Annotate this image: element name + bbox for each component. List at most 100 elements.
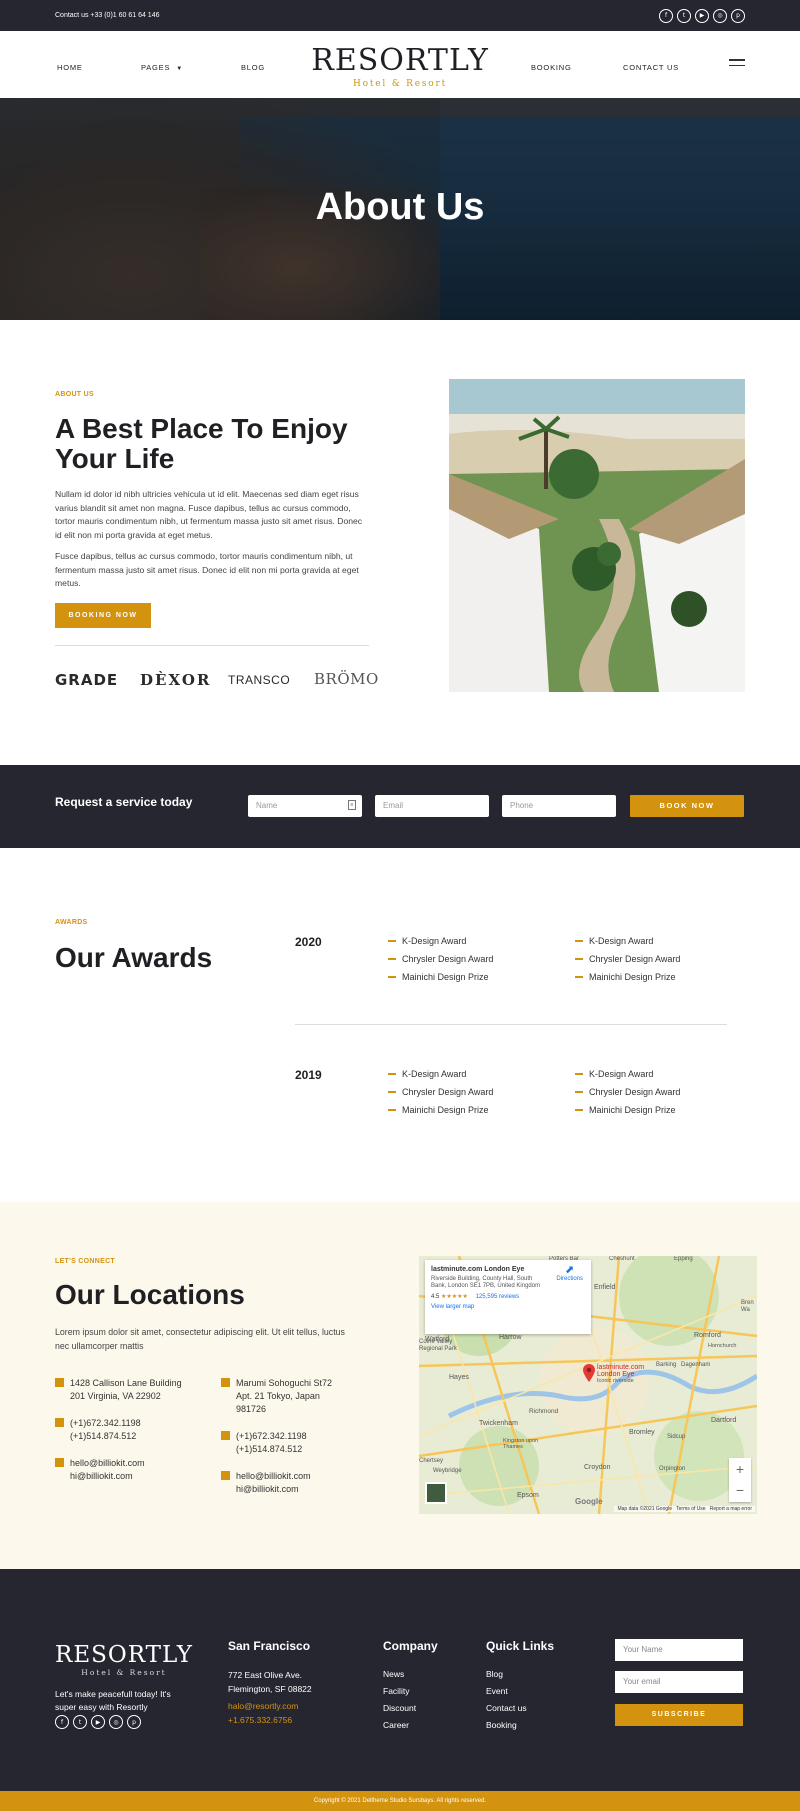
- footer-link-discount[interactable]: Discount: [383, 1700, 416, 1717]
- footer-quick-links: Blog Event Contact us Booking: [486, 1666, 527, 1734]
- footer-social-links: f t ▶ ◎ p: [55, 1715, 141, 1729]
- location-left: 1428 Callison Lane Building 201 Virginia,…: [55, 1377, 182, 1483]
- divider: [55, 645, 369, 646]
- award-item: Mainichi Design Prize: [575, 968, 680, 986]
- map-label: Richmond: [529, 1408, 559, 1415]
- footer-city-title: San Francisco: [228, 1639, 311, 1653]
- footer-link-contact[interactable]: Contact us: [486, 1700, 527, 1717]
- map-label: Colne Valley Regional Park: [419, 1339, 457, 1352]
- pinterest-icon[interactable]: p: [731, 8, 745, 23]
- award-list-2019-col1: K-Design Award Chrysler Design Award Mai…: [388, 1065, 493, 1119]
- footer-link-blog[interactable]: Blog: [486, 1666, 527, 1683]
- about-paragraph-2: Fusce dapibus, tellus ac cursus commodo,…: [55, 551, 359, 588]
- footer-email-link[interactable]: halo@resortly.com: [228, 1700, 312, 1714]
- award-item: Chrysler Design Award: [575, 1083, 680, 1101]
- instagram-icon[interactable]: ◎: [713, 8, 727, 23]
- pinterest-icon[interactable]: p: [127, 1715, 141, 1729]
- footer-link-career[interactable]: Career: [383, 1717, 416, 1734]
- map-label: Hornchurch: [708, 1343, 737, 1349]
- subscribe-button[interactable]: SUBSCRIBE: [615, 1704, 743, 1726]
- zoom-controls: + −: [729, 1458, 751, 1502]
- footer-link-booking[interactable]: Booking: [486, 1717, 527, 1734]
- award-item: Chrysler Design Award: [388, 950, 493, 968]
- map-pin-icon: [221, 1378, 230, 1387]
- map-label: Epping: [674, 1256, 693, 1262]
- footer-phone-link[interactable]: +1.675.332.6756: [228, 1714, 312, 1728]
- satellite-toggle[interactable]: [425, 1482, 447, 1504]
- mail-icon: [55, 1458, 64, 1467]
- award-year-2019: 2019: [295, 1068, 322, 1082]
- zoom-in-button[interactable]: +: [729, 1458, 751, 1480]
- contact-card-icon: ≡: [348, 800, 356, 810]
- pin-label: lastminute.com London Eye Iconic riversi…: [597, 1364, 645, 1384]
- location-phone: (+1)672.342.1198 (+1)514.874.512: [55, 1417, 182, 1443]
- newsletter-name-input[interactable]: Your Name: [615, 1639, 743, 1661]
- footer-link-event[interactable]: Event: [486, 1683, 527, 1700]
- map-pin-icon[interactable]: [583, 1364, 595, 1387]
- map-label: Chertsey: [419, 1458, 444, 1464]
- divider: [295, 1024, 727, 1025]
- partner-logo-bromo: BRÖMO: [314, 670, 379, 688]
- facebook-icon[interactable]: f: [55, 1715, 69, 1729]
- place-address: Riverside Building, County Hall, South B…: [431, 1276, 541, 1289]
- zoom-out-button[interactable]: −: [729, 1480, 751, 1502]
- phone-input[interactable]: Phone: [502, 795, 616, 817]
- map-label: Orpington: [659, 1466, 686, 1472]
- awards-eyebrow: AWARDS: [55, 919, 88, 926]
- award-item: Mainichi Design Prize: [388, 968, 493, 986]
- footer-quick-title: Quick Links: [486, 1639, 555, 1653]
- terms-link[interactable]: Terms of Use: [676, 1506, 705, 1512]
- facebook-icon[interactable]: f: [659, 8, 673, 23]
- reviews-link[interactable]: 125,595 reviews: [476, 1294, 520, 1300]
- view-larger-map-link[interactable]: View larger map: [431, 1304, 585, 1310]
- footer-company-links: News Facility Discount Career: [383, 1666, 416, 1734]
- nav-booking[interactable]: BOOKING: [531, 63, 572, 72]
- hero-banner: About Us: [0, 98, 800, 320]
- nav-contact[interactable]: CONTACT US: [623, 63, 679, 72]
- footer-logo[interactable]: RESORTLY Hotel & Resort: [55, 1642, 193, 1677]
- book-now-button[interactable]: BOOK NOW: [630, 795, 744, 817]
- site-logo[interactable]: RESORTLY Hotel & Resort: [0, 43, 800, 89]
- map-label: Barking: [656, 1362, 677, 1368]
- location-right: Marumi Sohoguchi St72 Apt. 21 Tokyo, Japa…: [221, 1377, 332, 1496]
- google-map[interactable]: Potters Bar Cheshunt Epping Enfield Watf…: [419, 1256, 757, 1514]
- name-input[interactable]: Name ≡: [248, 795, 362, 817]
- award-item: K-Design Award: [388, 932, 493, 950]
- hero-title: About Us: [315, 186, 485, 228]
- twitter-icon[interactable]: t: [73, 1715, 87, 1729]
- social-links: f t ▶ ◎ p: [659, 8, 745, 23]
- footer-link-news[interactable]: News: [383, 1666, 416, 1683]
- menu-icon[interactable]: [729, 59, 745, 70]
- map-attribution: Map data ©2021 Google Terms of Use Repor…: [614, 1506, 755, 1512]
- location-email: hello@billiokit.com hi@billiokit.com: [221, 1470, 332, 1496]
- partner-logo-dexor: DÈXOR: [140, 671, 212, 689]
- newsletter-email-input[interactable]: Your email: [615, 1671, 743, 1693]
- copyright-bar: Copyright © 2021 Deltheme Studio Sursbay…: [0, 1791, 800, 1811]
- award-list-2020-col2: K-Design Award Chrysler Design Award Mai…: [575, 932, 680, 986]
- logo-subtitle: Hotel & Resort: [352, 79, 448, 89]
- award-item: Mainichi Design Prize: [575, 1101, 680, 1119]
- twitter-icon[interactable]: t: [677, 8, 691, 23]
- contact-text: Contact us +33 (0)1 60 61 64 146: [55, 12, 160, 19]
- map-label: Weybridge: [433, 1468, 462, 1474]
- award-list-2020-col1: K-Design Award Chrysler Design Award Mai…: [388, 932, 493, 986]
- footer-link-facility[interactable]: Facility: [383, 1683, 416, 1700]
- youtube-icon[interactable]: ▶: [695, 8, 709, 23]
- map-label: Twickenham: [479, 1420, 518, 1427]
- youtube-icon[interactable]: ▶: [91, 1715, 105, 1729]
- booking-now-button[interactable]: BOOKING NOW: [55, 603, 151, 628]
- map-label: Croydon: [584, 1464, 611, 1471]
- logo-text: RESORTLY: [311, 43, 489, 78]
- award-year-2020: 2020: [295, 935, 322, 949]
- report-link[interactable]: Report a map error: [710, 1506, 752, 1512]
- locations-description: Lorem ipsum dolor sit amet, consectetur …: [55, 1327, 345, 1351]
- footer-company-title: Company: [383, 1639, 438, 1653]
- email-input[interactable]: Email: [375, 795, 489, 817]
- directions-button[interactable]: ⬈ Directions: [556, 1265, 583, 1283]
- award-list-2019-col2: K-Design Award Chrysler Design Award Mai…: [575, 1065, 680, 1119]
- map-label: Kingston upon Thames: [503, 1438, 539, 1450]
- map-info-card: lastminute.com London Eye Riverside Buil…: [425, 1260, 591, 1334]
- award-item: Mainichi Design Prize: [388, 1101, 493, 1119]
- instagram-icon[interactable]: ◎: [109, 1715, 123, 1729]
- resort-photo: [449, 379, 745, 692]
